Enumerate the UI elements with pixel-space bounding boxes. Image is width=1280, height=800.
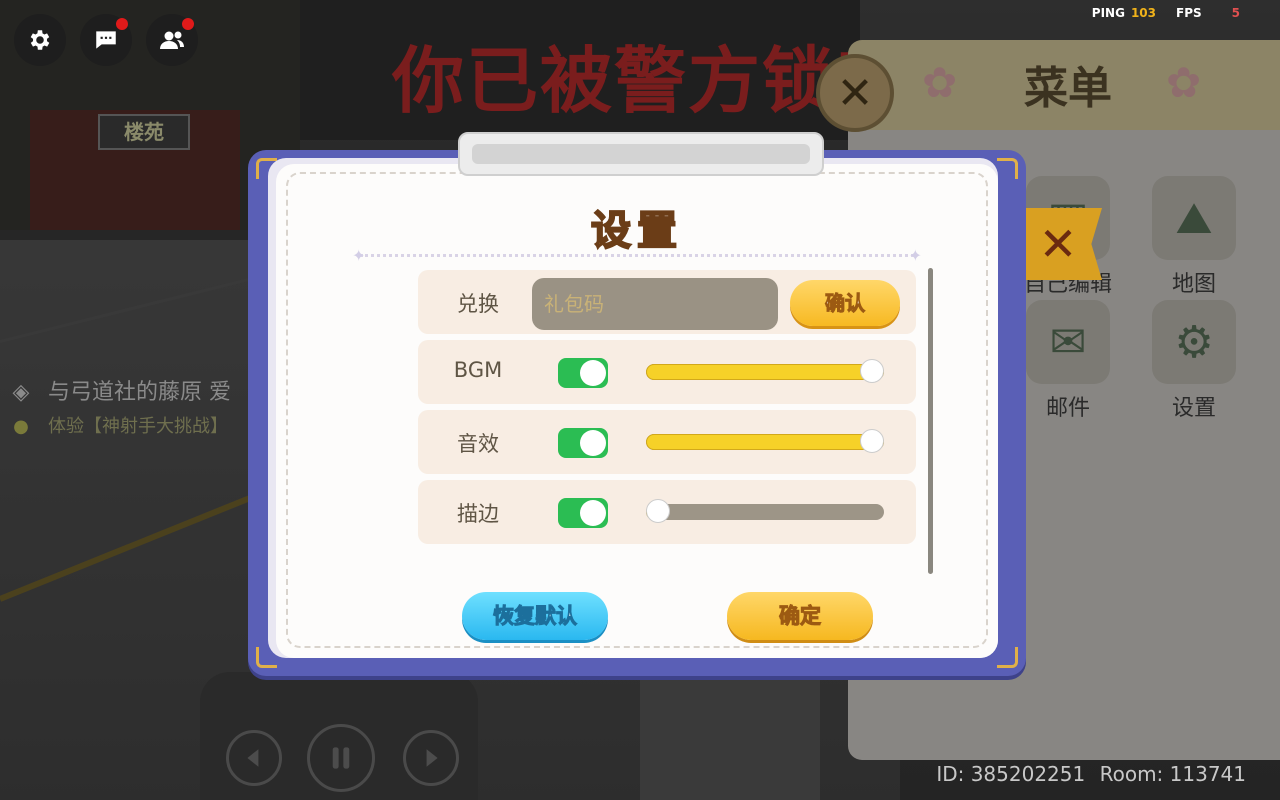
menu-title: 菜单 [1024, 63, 1112, 114]
menu-header: ✿ 菜单 ✿ [848, 40, 1280, 130]
sparkle-icon: ✦ [908, 246, 922, 265]
slider-thumb[interactable] [646, 499, 670, 523]
previous-button[interactable] [226, 730, 282, 786]
sfx-toggle[interactable] [558, 428, 608, 458]
quest-title-text: 与弓道社的藤原 爱 [48, 380, 231, 405]
menu-item-label: 地图 [1171, 272, 1216, 297]
redeem-label: 兑换 [457, 292, 499, 316]
fps-label: FPS [1176, 6, 1202, 20]
quest-dot-icon: ● [13, 416, 29, 437]
bgm-row: BGM [418, 340, 916, 404]
map-icon: ⛰ [1152, 176, 1236, 260]
settings-button[interactable] [14, 14, 66, 66]
flower-icon: ✿ [922, 58, 958, 107]
settings-title: 设置 [590, 207, 683, 255]
friends-button[interactable] [146, 14, 198, 66]
gear-icon [30, 30, 50, 50]
sfx-volume-slider[interactable] [646, 429, 884, 453]
confirm-button[interactable]: 确定 [727, 592, 873, 640]
sfx-row: 音效 [418, 410, 916, 474]
notification-dot [182, 18, 194, 30]
triangle-right-icon [426, 749, 438, 767]
quest-subtitle-text: 体验【神射手大挑战】 [48, 416, 228, 437]
outline-toggle[interactable] [558, 498, 608, 528]
outline-row: 描边 [418, 480, 916, 544]
slider-fill [646, 434, 884, 450]
redeem-row: 兑换 礼包码 确认 [418, 270, 916, 334]
bgm-label: BGM [453, 358, 503, 382]
mail-icon: ✉ [1026, 300, 1110, 384]
close-tab-button[interactable]: ✕ [1026, 208, 1102, 280]
bgm-toggle[interactable] [558, 358, 608, 388]
scrollbar[interactable] [928, 268, 933, 574]
close-icon: ✕ [836, 67, 874, 119]
ping-value: 103 [1130, 6, 1156, 20]
pause-icon [332, 747, 350, 769]
clip-inner [472, 144, 810, 164]
pause-button[interactable] [307, 724, 375, 792]
menu-item-mail[interactable]: ✉ 邮件 [1018, 300, 1118, 422]
ping-label: PING [1091, 6, 1125, 20]
close-icon: ✕ [1038, 217, 1078, 271]
player-id-info: ID: 385202251 Room: 113741 [928, 762, 1246, 786]
gift-code-input[interactable]: 礼包码 [532, 278, 778, 330]
quest-diamond-icon: ◈ [12, 380, 30, 405]
slider-thumb[interactable] [860, 429, 884, 453]
flower-icon: ✿ [1166, 58, 1202, 107]
corner-ornament [997, 647, 1018, 668]
settings-dialog: 设置 ✦ ✦ 兑换 礼包码 确认 BGM 音效 描边 恢复默认 确定 [248, 150, 1026, 676]
sparkle-icon: ✦ [352, 246, 366, 265]
fps-value: 5 [1231, 6, 1240, 20]
chat-icon [96, 31, 116, 49]
shop-sign: 楼苑 [98, 114, 190, 150]
notification-dot [116, 18, 128, 30]
clipboard-clip [458, 132, 824, 178]
menu-item-label: 设置 [1171, 396, 1216, 421]
quest-title[interactable]: ◈ 与弓道社的藤原 爱 [10, 374, 231, 406]
slider-fill [646, 364, 884, 380]
redeem-confirm-button[interactable]: 确认 [790, 280, 900, 326]
reset-defaults-button[interactable]: 恢复默认 [462, 592, 608, 640]
room-id: Room: 113741 [1099, 762, 1246, 786]
sfx-label: 音效 [457, 432, 499, 456]
outline-label: 描边 [457, 502, 499, 526]
triangle-left-icon [247, 749, 259, 767]
menu-item-label: 邮件 [1045, 396, 1090, 421]
gear-icon: ⚙ [1152, 300, 1236, 384]
menu-item-map[interactable]: ⛰ 地图 [1144, 176, 1244, 298]
corner-ornament [997, 158, 1018, 179]
bgm-volume-slider[interactable] [646, 359, 884, 383]
player-id: ID: 385202251 [936, 762, 1086, 786]
chat-button[interactable] [80, 14, 132, 66]
menu-close-button[interactable]: ✕ [816, 54, 894, 132]
toggle-knob [580, 500, 606, 526]
network-stats: PING 103 FPS 5 [1092, 6, 1240, 20]
quest-subtitle: ● 体验【神射手大挑战】 [10, 412, 228, 438]
toggle-knob [580, 360, 606, 386]
outline-slider[interactable] [646, 499, 884, 523]
friends-icon [160, 31, 184, 49]
slider-thumb[interactable] [860, 359, 884, 383]
next-button[interactable] [403, 730, 459, 786]
toggle-knob [580, 430, 606, 456]
title-divider: ✦ ✦ [352, 246, 922, 265]
menu-item-settings[interactable]: ⚙ 设置 [1144, 300, 1244, 422]
settings-paper: 设置 ✦ ✦ 兑换 礼包码 确认 BGM 音效 描边 恢复默认 确定 [276, 164, 998, 658]
